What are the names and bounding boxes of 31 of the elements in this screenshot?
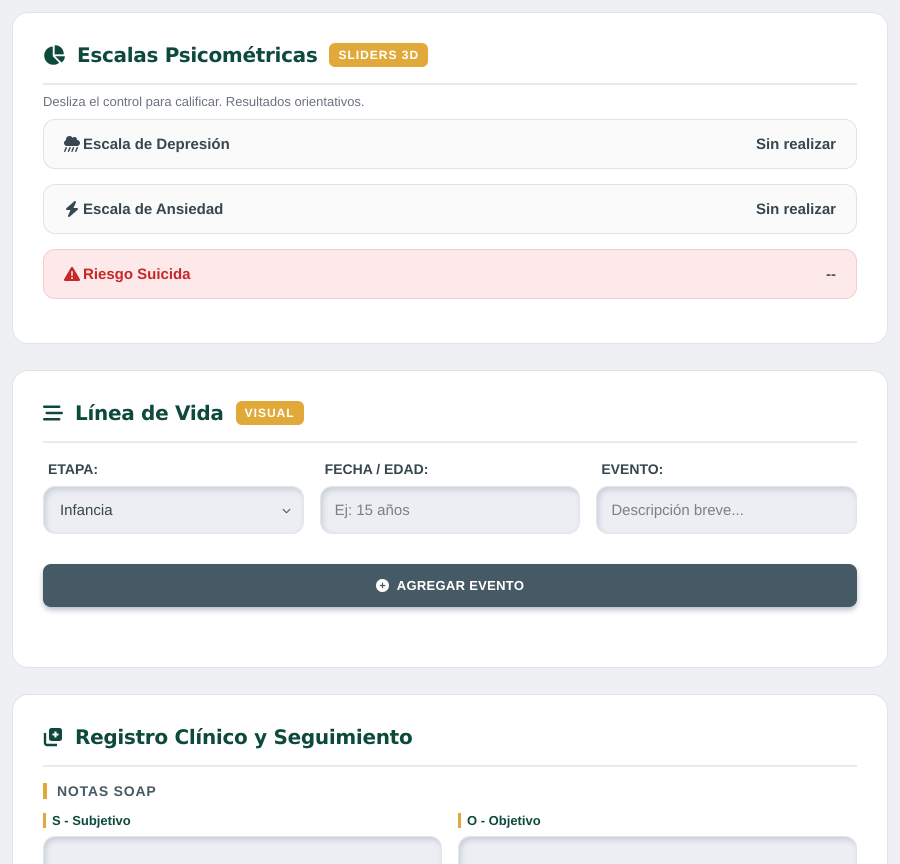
scale-status: --: [826, 266, 836, 282]
lightning-icon: [64, 201, 80, 217]
rain-cloud-icon: [64, 136, 80, 152]
card-title: Registro Clínico y Seguimiento: [75, 725, 412, 749]
card-title: Escalas Psicométricas: [77, 43, 318, 67]
field-label: FECHA / EDAD:: [324, 461, 430, 477]
badge: SLIDERS 3D: [329, 43, 428, 67]
hint-text: Desliza el control para calificar. Resultados orientativos.: [43, 94, 366, 109]
scale-label: Escala de Ansiedad: [83, 200, 224, 218]
scale-row[interactable]: Escala de Ansiedad Sin realizar: [43, 184, 857, 234]
field-label: ETAPA:: [48, 461, 100, 477]
scale-row[interactable]: Escala de Depresión Sin realizar: [43, 119, 857, 169]
menu-lines-icon: [43, 403, 63, 423]
section-heading: NOTAS SOAP: [43, 783, 857, 799]
medical-notes-icon: [43, 727, 63, 747]
input-field[interactable]: Ej: 15 años: [320, 486, 580, 534]
field-label: EVENTO:: [601, 461, 664, 477]
note-label: O - Objetivo: [458, 813, 857, 828]
card-title: Línea de Vida: [75, 401, 224, 425]
scale-label: Riesgo Suicida: [83, 266, 191, 282]
pie-chart-icon: [43, 44, 65, 66]
risk-row[interactable]: Riesgo Suicida --: [43, 249, 857, 299]
input-field[interactable]: Descripción breve...: [596, 486, 857, 534]
note-label: S - Subjetivo: [43, 813, 442, 828]
scale-status: Sin realizar: [756, 200, 836, 218]
warning-icon: [64, 266, 80, 282]
add-event-button[interactable]: AGREGAR EVENTO: [43, 564, 857, 607]
badge: VISUAL: [236, 401, 304, 425]
scale-status: Sin realizar: [756, 136, 836, 152]
scale-label: Escala de Depresión: [83, 136, 230, 152]
stage-select[interactable]: Infancia: [43, 486, 304, 534]
